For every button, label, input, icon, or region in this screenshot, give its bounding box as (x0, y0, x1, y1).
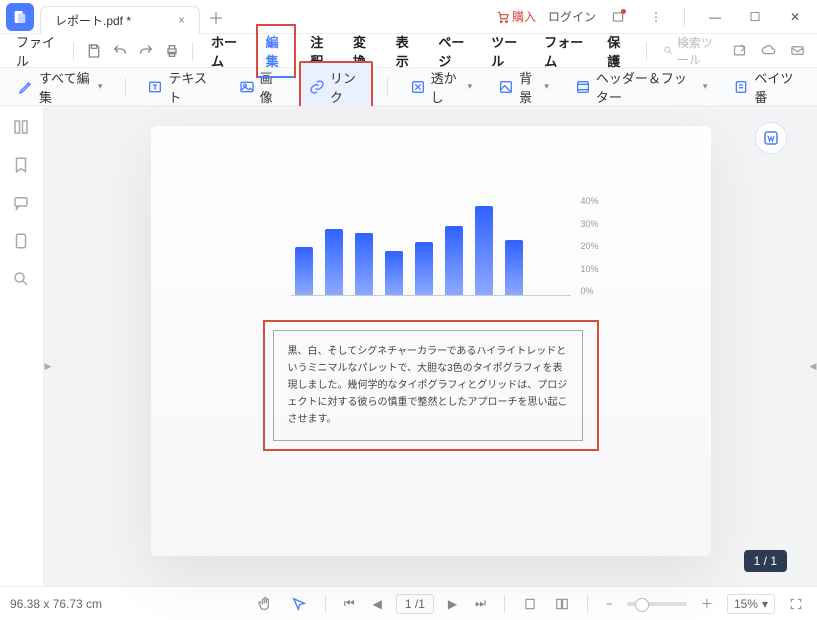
print-icon[interactable] (162, 41, 182, 61)
close-tab-icon[interactable]: × (178, 13, 185, 27)
tab-edit[interactable]: 編集 (256, 24, 297, 78)
chevron-down-icon: ▾ (468, 81, 473, 92)
kebab-menu-icon[interactable]: ⋮ (644, 5, 668, 29)
undo-icon[interactable] (110, 41, 130, 61)
image-icon (239, 79, 255, 95)
last-page-icon[interactable]: ⏭ (471, 594, 490, 613)
link-icon (309, 79, 325, 95)
zoom-slider[interactable] (627, 602, 687, 606)
fullscreen-icon[interactable] (785, 595, 807, 613)
chart-bar (505, 240, 523, 296)
mail-icon[interactable] (788, 41, 807, 60)
cloud-icon[interactable] (759, 41, 778, 60)
zoom-out-icon[interactable]: − (602, 595, 617, 613)
next-page-icon[interactable]: ▶ (444, 595, 461, 613)
page-input[interactable]: 1 /1 (396, 594, 434, 614)
fit-page-icon[interactable] (551, 595, 573, 613)
chart-bar (415, 242, 433, 296)
chevron-down-icon: ▾ (98, 81, 103, 92)
maximize-button[interactable]: ☐ (741, 4, 769, 30)
edit-toolbar: すべて編集 ▾ テキスト 画像 リンク 透かし ▾ 背景 ▾ ヘッダー＆フッター… (0, 68, 817, 106)
canvas[interactable]: 40%30%20%10%0% 黒、白、そしてシグネチャーカラーであるハイライトレ… (44, 106, 817, 586)
chart-bar (445, 226, 463, 296)
paragraph-box[interactable]: 黒、白、そしてシグネチャーカラーであるハイライトレッドというミニマルなパレットで… (273, 330, 583, 441)
header-footer-button[interactable]: ヘッダー＆フッター ▾ (567, 63, 716, 111)
app-logo-icon (6, 3, 34, 31)
document-page: 40%30%20%10%0% 黒、白、そしてシグネチャーカラーであるハイライトレ… (151, 126, 711, 556)
pencil-icon (18, 79, 34, 95)
chart: 40%30%20%10%0% (291, 196, 571, 296)
text-icon (147, 79, 163, 95)
chart-bar (355, 233, 373, 296)
work-area: ▶ ◀ 40%30%20%10%0% 黒、白、そしてシグネチャーカラーであるハイ… (0, 106, 817, 586)
zoom-in-icon[interactable]: ＋ (697, 593, 717, 614)
close-window-button[interactable]: ✕ (781, 4, 809, 30)
document-tab-title: レポート.pdf * (55, 12, 131, 29)
watermark-icon (410, 79, 426, 95)
chart-bar (295, 247, 313, 297)
chart-bar (385, 251, 403, 296)
chart-bar (325, 229, 343, 297)
link-button[interactable]: リンク (299, 61, 373, 113)
share-icon[interactable] (730, 41, 749, 60)
fit-width-icon[interactable] (519, 595, 541, 613)
bookmark-icon[interactable] (12, 156, 32, 176)
attachment-icon[interactable] (12, 232, 32, 252)
login-button[interactable]: ログイン (548, 8, 596, 25)
background-icon (498, 79, 514, 95)
highlight-frame: 黒、白、そしてシグネチャーカラーであるハイライトレッドというミニマルなパレットで… (263, 320, 599, 451)
chevron-down-icon: ▾ (544, 81, 549, 92)
chevron-down-icon: ▾ (703, 81, 708, 92)
chart-ylabels: 40%30%20%10%0% (580, 196, 598, 296)
minimize-button[interactable]: — (701, 4, 729, 30)
word-export-button[interactable] (755, 122, 787, 154)
paragraph-text: 黒、白、そしてシグネチャーカラーであるハイライトレッドというミニマルなパレットで… (288, 346, 568, 425)
buy-button[interactable]: 購入 (496, 8, 536, 25)
watermark-button[interactable]: 透かし ▾ (402, 63, 480, 111)
prev-page-icon[interactable]: ◀ (369, 595, 386, 613)
hand-tool-icon[interactable] (253, 594, 277, 614)
left-sidebar (0, 106, 44, 586)
zoom-select[interactable]: 15%▾ (727, 594, 775, 614)
document-tab[interactable]: レポート.pdf * × (40, 6, 200, 34)
status-bar: 96.38 x 76.73 cm ⏮ ◀ 1 /1 ▶ ⏭ − ＋ 15%▾ (0, 586, 817, 620)
text-button[interactable]: テキスト (139, 63, 220, 111)
chart-bar (475, 206, 493, 296)
bates-button[interactable]: ベイツ番 (725, 63, 807, 111)
redo-icon[interactable] (136, 41, 156, 61)
save-icon[interactable] (84, 41, 104, 61)
first-page-icon[interactable]: ⏮ (340, 594, 359, 613)
comment-icon[interactable] (12, 194, 32, 214)
dimensions-label: 96.38 x 76.73 cm (10, 597, 102, 611)
background-button[interactable]: 背景 ▾ (490, 63, 557, 111)
page-indicator: 1 / 1 (744, 550, 787, 572)
header-footer-icon (575, 79, 591, 95)
bates-icon (733, 79, 749, 95)
edit-all-button[interactable]: すべて編集 ▾ (10, 63, 111, 111)
search-panel-icon[interactable] (12, 270, 32, 290)
select-tool-icon[interactable] (287, 594, 311, 614)
thumbnails-icon[interactable] (12, 118, 32, 138)
